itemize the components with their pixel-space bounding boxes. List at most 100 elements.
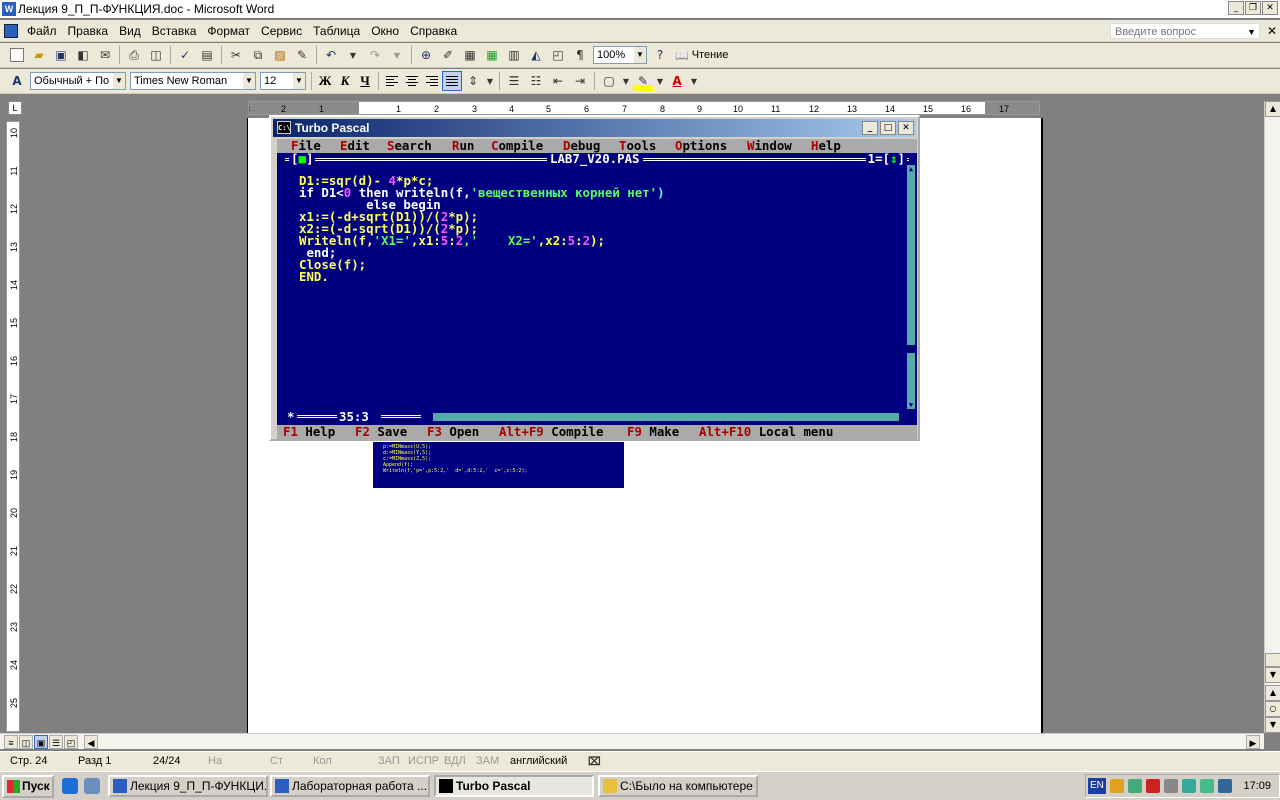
editor-horizontal-scrollbar[interactable]	[425, 413, 899, 421]
tray-volume-icon[interactable]	[1218, 779, 1232, 793]
task-explorer-folder[interactable]: C:\Было на компьютере	[598, 775, 758, 797]
turbo-pascal-title-bar[interactable]: C:\ Turbo Pascal _ □ ✕	[273, 119, 916, 137]
tab-selector[interactable]: L	[8, 101, 22, 115]
highlight-dropdown-icon[interactable]: ▼	[655, 71, 665, 91]
tray-security-icon[interactable]	[1182, 779, 1196, 793]
status-trk[interactable]: ИСПР	[408, 755, 439, 767]
tp-menu-edit[interactable]: Edit	[340, 139, 370, 153]
tp-menu-help[interactable]: Help	[811, 139, 841, 153]
code-line[interactable]: END.	[299, 270, 889, 283]
menu-view[interactable]: Вид	[114, 24, 146, 38]
tray-update-icon[interactable]	[1200, 779, 1214, 793]
insert-excel-icon[interactable]: ▦	[482, 45, 502, 65]
horizontal-scrollbar[interactable]: ≡ ◫ ▣ ☰ ◰ ◀ ▶	[0, 733, 1264, 749]
normal-view-icon[interactable]: ≡	[4, 735, 18, 749]
undo-dropdown-icon[interactable]: ▼	[343, 45, 363, 65]
justify-button[interactable]	[442, 71, 462, 91]
word-title-bar[interactable]: W Лекция 9_П_П-ФУНКЦИЯ.doc - Microsoft W…	[0, 0, 1280, 18]
close-button[interactable]: ✕	[1262, 1, 1278, 15]
ask-question-input[interactable]: Введите вопрос ▼	[1110, 23, 1260, 39]
code-line[interactable]: Writeln(f,'X1=',x1:5:2,' X2=',x2:5:2);	[299, 234, 889, 247]
previous-page-icon[interactable]: ▲	[1265, 685, 1280, 701]
chevron-down-icon[interactable]: ▼	[243, 73, 255, 89]
vertical-scrollbar[interactable]: ▲ ▼ ▲ ○ ▼	[1264, 101, 1280, 733]
print-icon[interactable]: ⎙	[124, 45, 144, 65]
scroll-thumb[interactable]	[907, 345, 915, 353]
numbering-icon[interactable]: ☰	[504, 71, 524, 91]
bold-button[interactable]: Ж	[315, 71, 335, 91]
tp-status-local-menu[interactable]: Alt+F10 Local menu	[699, 425, 833, 439]
next-page-icon[interactable]: ▼	[1265, 717, 1280, 733]
scroll-thumb[interactable]	[425, 413, 433, 421]
scroll-down-icon[interactable]: ▼	[1265, 667, 1280, 683]
task-word-lecture[interactable]: Лекция 9_П_П-ФУНКЦИ...	[108, 775, 268, 797]
underline-button[interactable]: Ч	[355, 71, 375, 91]
tp-menu-run[interactable]: Run	[452, 139, 474, 153]
scroll-right-icon[interactable]: ▶	[1246, 735, 1260, 749]
align-center-button[interactable]	[402, 71, 422, 91]
align-left-button[interactable]	[382, 71, 402, 91]
font-color-dropdown-icon[interactable]: ▼	[689, 71, 699, 91]
turbo-pascal-window[interactable]: C:\ Turbo Pascal _ □ ✕ File Edit Search …	[269, 115, 920, 441]
borders-icon[interactable]: ▢	[599, 71, 619, 91]
internet-explorer-icon[interactable]	[62, 778, 78, 794]
style-select[interactable]: Обычный + По ц ▼	[30, 72, 126, 90]
select-browse-object-icon[interactable]: ○	[1265, 701, 1280, 717]
scroll-up-icon[interactable]: ▲	[1265, 101, 1280, 117]
reading-mode-button[interactable]: 📖 Чтение	[675, 49, 728, 62]
tp-menu-options[interactable]: Options	[675, 139, 727, 153]
font-select[interactable]: Times New Roman ▼	[130, 72, 256, 90]
format-painter-icon[interactable]: ✎	[292, 45, 312, 65]
code-area[interactable]: D1:=sqr(d)- 4*p*c; if D1<0 then writeln(f…	[299, 174, 889, 283]
menu-help[interactable]: Справка	[405, 24, 462, 38]
tp-status-help[interactable]: F1 Help	[283, 425, 335, 439]
tp-maximize-button[interactable]: □	[880, 121, 896, 135]
columns-icon[interactable]: ▥	[504, 45, 524, 65]
undo-icon[interactable]: ↶	[321, 45, 341, 65]
scroll-up-icon[interactable]: ▲	[907, 165, 915, 173]
editor-zoom-box[interactable]: 1=[↕]	[865, 152, 907, 165]
line-spacing-dropdown-icon[interactable]: ▼	[485, 71, 495, 91]
vertical-ruler[interactable]: 10 11 12 13 14 15 16 17 18 19 20 21 22 2…	[6, 121, 20, 732]
menu-tools[interactable]: Сервис	[256, 24, 307, 38]
close-document-icon[interactable]: ✕	[1267, 24, 1277, 38]
font-size-select[interactable]: 12 ▼	[260, 72, 306, 90]
tables-borders-icon[interactable]: ✐	[438, 45, 458, 65]
word-app-icon[interactable]: W	[2, 2, 16, 16]
minimize-button[interactable]: _	[1228, 1, 1244, 15]
permission-icon[interactable]: ◧	[73, 45, 93, 65]
bullets-icon[interactable]: ☷	[526, 71, 546, 91]
email-icon[interactable]: ✉	[95, 45, 115, 65]
italic-button[interactable]: К	[335, 71, 355, 91]
help-icon[interactable]: ?	[650, 45, 670, 65]
menu-table[interactable]: Таблица	[308, 24, 365, 38]
redo-dropdown-icon[interactable]: ▼	[387, 45, 407, 65]
console-icon[interactable]: C:\	[277, 121, 291, 134]
tp-status-make[interactable]: F9 Make	[627, 425, 679, 439]
spelling-status-icon[interactable]: ⌧	[588, 755, 601, 768]
drawing-icon[interactable]: ◭	[526, 45, 546, 65]
turbo-pascal-console[interactable]: File Edit Search Run Compile Debug Tools…	[277, 139, 917, 439]
tp-status-open[interactable]: F3 Open	[427, 425, 479, 439]
editor-close-box[interactable]: [■]	[289, 152, 316, 165]
align-right-button[interactable]	[422, 71, 442, 91]
menu-format[interactable]: Формат	[202, 24, 255, 38]
redo-icon[interactable]: ↷	[365, 45, 385, 65]
research-icon[interactable]: ▤	[197, 45, 217, 65]
show-formatting-icon[interactable]: ¶	[570, 45, 590, 65]
tp-menu-search[interactable]: Search	[387, 139, 432, 153]
tray-device-icon[interactable]	[1164, 779, 1178, 793]
code-line[interactable]: end;	[299, 246, 889, 259]
input-language-indicator[interactable]: EN	[1088, 778, 1106, 794]
chevron-down-icon[interactable]: ▼	[634, 47, 646, 63]
status-rec[interactable]: ЗАП	[378, 755, 400, 767]
tp-status-save[interactable]: F2 Save	[355, 425, 407, 439]
horizontal-ruler[interactable]: 3 2 1 1 2 3 4 5 6 7 8 9 10 11 12 13 14 1…	[248, 101, 1040, 115]
editor-window[interactable]: [■] LAB7_V20.PAS 1=[↕] D1:=sqr(d)- 4*p*c…	[277, 152, 917, 424]
task-turbo-pascal[interactable]: Turbo Pascal	[434, 775, 594, 797]
clock[interactable]: 17:09	[1243, 775, 1271, 797]
scroll-down-icon[interactable]: ▼	[907, 401, 915, 409]
status-ext[interactable]: ВДЛ	[444, 755, 466, 767]
paste-icon[interactable]: ▨	[270, 45, 290, 65]
tray-network-icon[interactable]	[1128, 779, 1142, 793]
